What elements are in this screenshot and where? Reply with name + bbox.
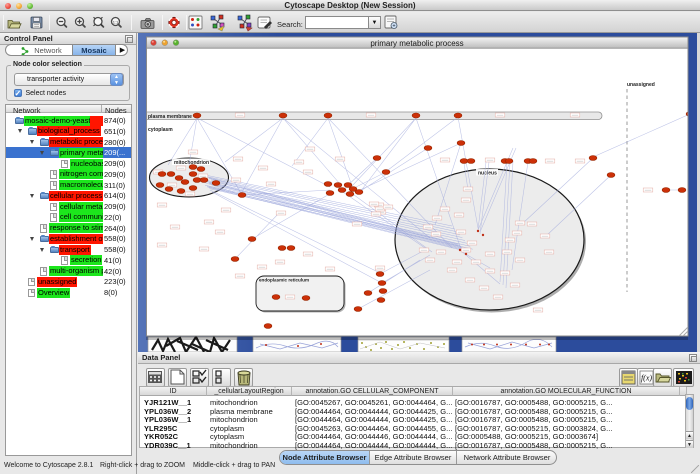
svg-text:primary metabolic process: primary metabolic process [370, 39, 463, 48]
svg-text:endoplasmic reticulum: endoplasmic reticulum [259, 278, 309, 283]
svg-text:cytoplasm: cytoplasm [148, 127, 173, 133]
svg-text:f(x): f(x) [641, 374, 652, 383]
svg-text:1:1: 1:1 [113, 20, 119, 25]
svg-text:plasma membrane: plasma membrane [148, 114, 192, 120]
svg-text:unassigned: unassigned [627, 82, 655, 88]
